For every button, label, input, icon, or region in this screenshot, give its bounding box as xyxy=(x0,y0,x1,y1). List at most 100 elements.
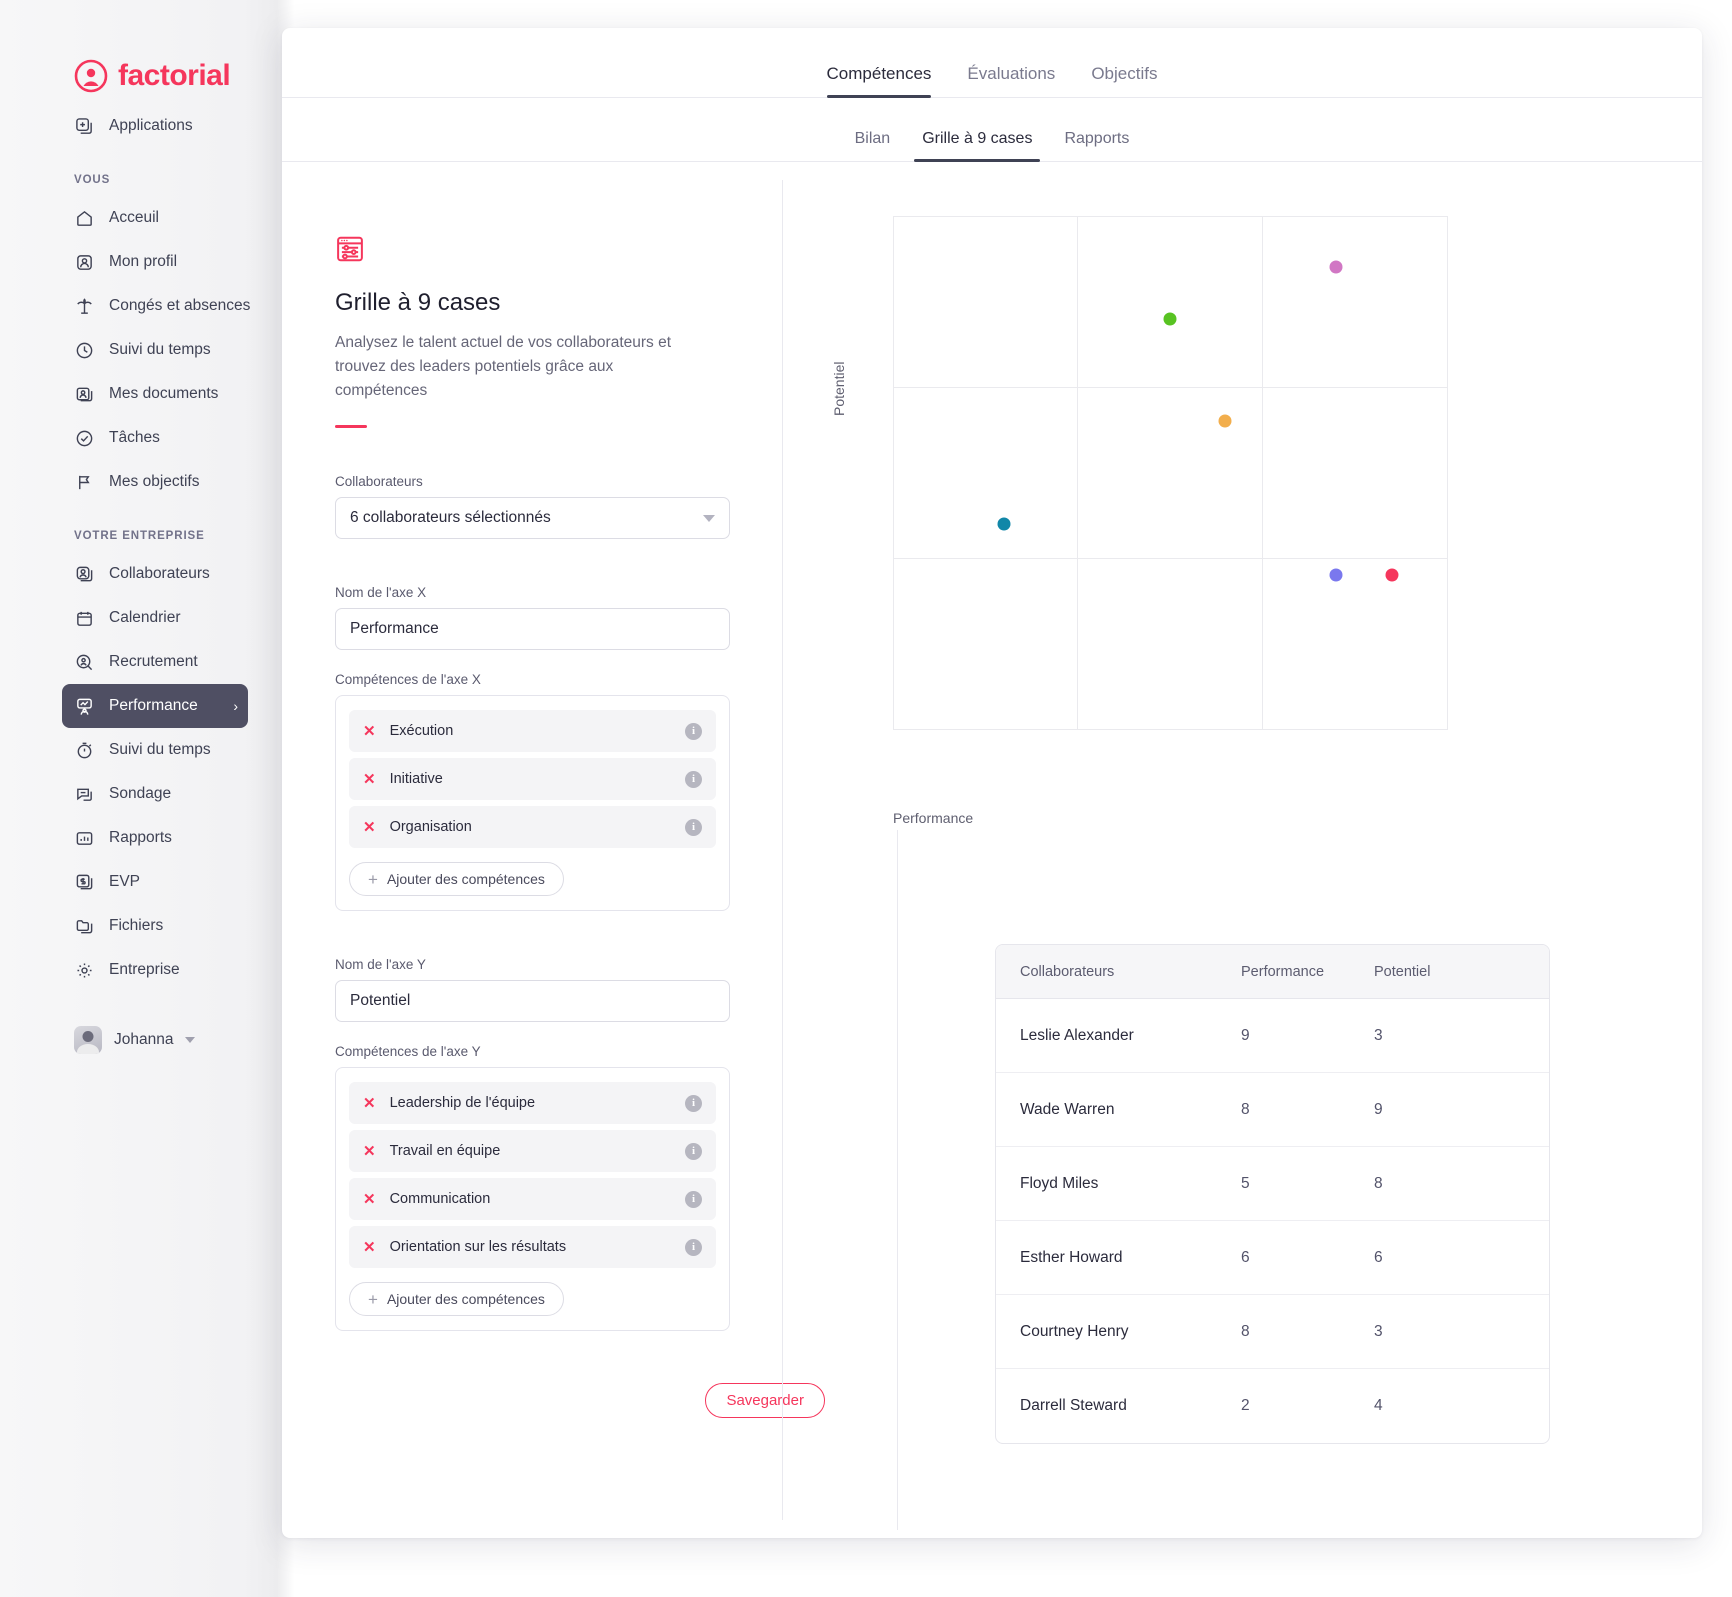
sidebar-item-taches[interactable]: Tâches xyxy=(74,416,272,460)
page-title: Grille à 9 cases xyxy=(335,289,501,316)
sidebar-item-label: EVP xyxy=(109,873,141,890)
info-icon[interactable]: i xyxy=(685,1094,702,1112)
sidebar-item-label: Mon profil xyxy=(109,253,178,270)
cell-performance: 5 xyxy=(1241,1174,1250,1192)
tab-grille-a-9-cases[interactable]: Grille à 9 cases xyxy=(914,130,1041,162)
cell-performance: 2 xyxy=(1241,1397,1250,1414)
competence-row[interactable]: ✕ Initiative i xyxy=(349,758,716,800)
sidebar-item-mes-objectifs[interactable]: Mes objectifs xyxy=(74,460,272,504)
add-competences-y-button[interactable]: + Ajouter des compétences xyxy=(349,1282,564,1316)
chart-x-axis-label: Performance xyxy=(893,810,974,826)
info-icon[interactable]: i xyxy=(685,722,702,740)
sidebar-item-suivi-du-temps-2[interactable]: Suivi du temps xyxy=(74,728,272,772)
competence-row[interactable]: ✕ Organisation i xyxy=(349,806,716,848)
sidebar-item-entreprise[interactable]: Entreprise xyxy=(74,948,272,992)
cell-name: Leslie Alexander xyxy=(1020,1026,1134,1044)
sidebar-item-conges-et-absences[interactable]: Congés et absences xyxy=(74,284,272,328)
content-split: Grille à 9 cases Analysez le talent actu… xyxy=(282,162,1702,1538)
column-header-potentiel: Potentiel xyxy=(1374,963,1431,980)
sidebar-item-acceuil[interactable]: Acceuil xyxy=(74,196,272,240)
close-icon[interactable]: ✕ xyxy=(363,1192,376,1207)
collaborators-label: Collaborateurs xyxy=(335,474,423,489)
info-icon[interactable]: i xyxy=(685,818,702,836)
close-icon[interactable]: ✕ xyxy=(363,1240,376,1255)
sidebar-item-calendrier[interactable]: Calendrier xyxy=(74,596,272,640)
tab-bilan[interactable]: Bilan xyxy=(855,130,891,161)
close-icon[interactable]: ✕ xyxy=(363,772,376,787)
x-axis-name-field: Nom de l'axe X Performance xyxy=(335,585,782,650)
x-axis-name-input[interactable]: Performance xyxy=(335,608,730,650)
tab-competences[interactable]: Compétences xyxy=(826,64,931,98)
cell-name: Darrell Steward xyxy=(1020,1397,1127,1414)
sidebar-item-label: Fichiers xyxy=(109,917,164,934)
folder-icon xyxy=(74,916,95,937)
brand-logo[interactable]: factorial xyxy=(18,0,272,104)
chart-point[interactable] xyxy=(1329,568,1343,582)
sidebar-section-company: VOTRE ENTREPRISE xyxy=(74,530,205,542)
sidebar-item-collaborateurs[interactable]: Collaborateurs xyxy=(74,552,272,596)
y-axis-name-input[interactable]: Potentiel xyxy=(335,980,730,1022)
user-name: Johanna xyxy=(114,1031,174,1048)
close-icon[interactable]: ✕ xyxy=(363,724,376,739)
sidebar-item-label: Recrutement xyxy=(109,653,198,670)
competence-row[interactable]: ✕ Orientation sur les résultats i xyxy=(349,1226,716,1268)
sidebar-item-suivi-du-temps[interactable]: Suivi du temps xyxy=(74,328,272,372)
chevron-down-icon[interactable] xyxy=(185,1037,196,1043)
tab-rapports[interactable]: Rapports xyxy=(1064,130,1129,161)
chart-point[interactable] xyxy=(1163,312,1177,326)
table-row[interactable]: Courtney Henry 8 3 xyxy=(996,1295,1549,1369)
sidebar-item-mes-documents[interactable]: Mes documents xyxy=(74,372,272,416)
chart-point[interactable] xyxy=(1329,260,1343,274)
chart-axis-line xyxy=(897,830,898,1530)
main-card: Compétences Évaluations Objectifs Bilan … xyxy=(282,28,1702,1538)
competence-row[interactable]: ✕ Leadership de l'équipe i xyxy=(349,1082,716,1124)
table-row[interactable]: Darrell Steward 2 4 xyxy=(996,1369,1549,1443)
chart-points-layer xyxy=(893,216,1447,729)
competence-row[interactable]: ✕ Communication i xyxy=(349,1178,716,1220)
sidebar-item-recrutement[interactable]: Recrutement xyxy=(74,640,272,684)
cell-name: Courtney Henry xyxy=(1020,1322,1129,1340)
add-competences-x-button[interactable]: + Ajouter des compétences xyxy=(349,862,564,896)
sidebar-item-rapports[interactable]: Rapports xyxy=(74,816,272,860)
chevron-right-icon: › xyxy=(233,698,238,714)
close-icon[interactable]: ✕ xyxy=(363,1144,376,1159)
x-axis-name-label: Nom de l'axe X xyxy=(335,585,427,600)
chart-point[interactable] xyxy=(1218,414,1232,428)
collaborators-select[interactable]: 6 collaborateurs sélectionnés xyxy=(335,497,730,539)
competence-row[interactable]: ✕ Travail en équipe i xyxy=(349,1130,716,1172)
sidebar-item-evp[interactable]: EVP xyxy=(74,860,272,904)
sidebar-item-label: Congés et absences xyxy=(109,297,251,314)
sidebar-item-mon-profil[interactable]: Mon profil xyxy=(74,240,272,284)
sidebar-item-applications[interactable]: Applications xyxy=(74,104,272,148)
info-icon[interactable]: i xyxy=(685,1238,702,1256)
user-menu[interactable]: Johanna xyxy=(18,992,272,1054)
primary-tabs: Compétences Évaluations Objectifs xyxy=(282,28,1702,98)
competence-label: Exécution xyxy=(389,723,454,739)
table-row[interactable]: Esther Howard 6 6 xyxy=(996,1221,1549,1295)
check-circle-icon xyxy=(74,428,95,449)
close-icon[interactable]: ✕ xyxy=(363,820,376,835)
table-row[interactable]: Floyd Miles 5 8 xyxy=(996,1147,1549,1221)
table-row[interactable]: Leslie Alexander 9 3 xyxy=(996,999,1549,1073)
competence-row[interactable]: ✕ Exécution i xyxy=(349,710,716,752)
sidebar-item-fichiers[interactable]: Fichiers xyxy=(74,904,272,948)
sidebar-item-sondage[interactable]: Sondage xyxy=(74,772,272,816)
tab-objectifs[interactable]: Objectifs xyxy=(1091,64,1157,97)
x-competences-field: Compétences de l'axe X ✕ Exécution i ✕ I… xyxy=(335,672,782,911)
table-row[interactable]: Wade Warren 8 9 xyxy=(996,1073,1549,1147)
info-icon[interactable]: i xyxy=(685,1190,702,1208)
results-panel: Potentiel Performance Collaborateurs Per… xyxy=(783,162,1702,1538)
y-competences-field: Compétences de l'axe Y ✕ Leadership de l… xyxy=(335,1044,782,1331)
sidebar-item-performance[interactable]: Performance › xyxy=(62,684,248,728)
chevron-down-icon xyxy=(703,514,715,522)
info-icon[interactable]: i xyxy=(685,1142,702,1160)
chart-point[interactable] xyxy=(1385,568,1399,582)
close-icon[interactable]: ✕ xyxy=(363,1096,376,1111)
info-icon[interactable]: i xyxy=(685,770,702,788)
sidebar-item-label: Performance xyxy=(109,697,198,714)
sidebar-item-label: Collaborateurs xyxy=(109,565,210,582)
tab-evaluations[interactable]: Évaluations xyxy=(967,64,1055,97)
chart-point[interactable] xyxy=(997,517,1011,531)
apps-icon xyxy=(74,116,95,137)
sidebar-item-label: Sondage xyxy=(109,785,172,802)
